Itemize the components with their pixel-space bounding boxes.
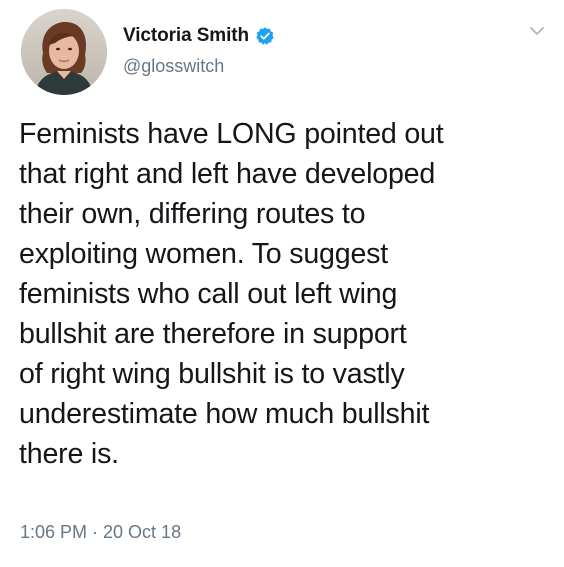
avatar[interactable] bbox=[21, 9, 107, 95]
display-name[interactable]: Victoria Smith bbox=[123, 25, 249, 47]
chevron-down-icon[interactable] bbox=[528, 22, 546, 40]
tweet-card: Victoria Smith @glosswitch Feminists hav… bbox=[0, 0, 564, 567]
verified-badge-icon bbox=[255, 26, 275, 46]
name-row: Victoria Smith bbox=[123, 23, 275, 49]
avatar-image bbox=[21, 9, 107, 95]
user-handle[interactable]: @glosswitch bbox=[123, 56, 224, 77]
tweet-text: Feminists have LONG pointed out that rig… bbox=[19, 118, 444, 470]
tweet-timestamp[interactable]: 1:06 PM · 20 Oct 18 bbox=[20, 522, 181, 543]
